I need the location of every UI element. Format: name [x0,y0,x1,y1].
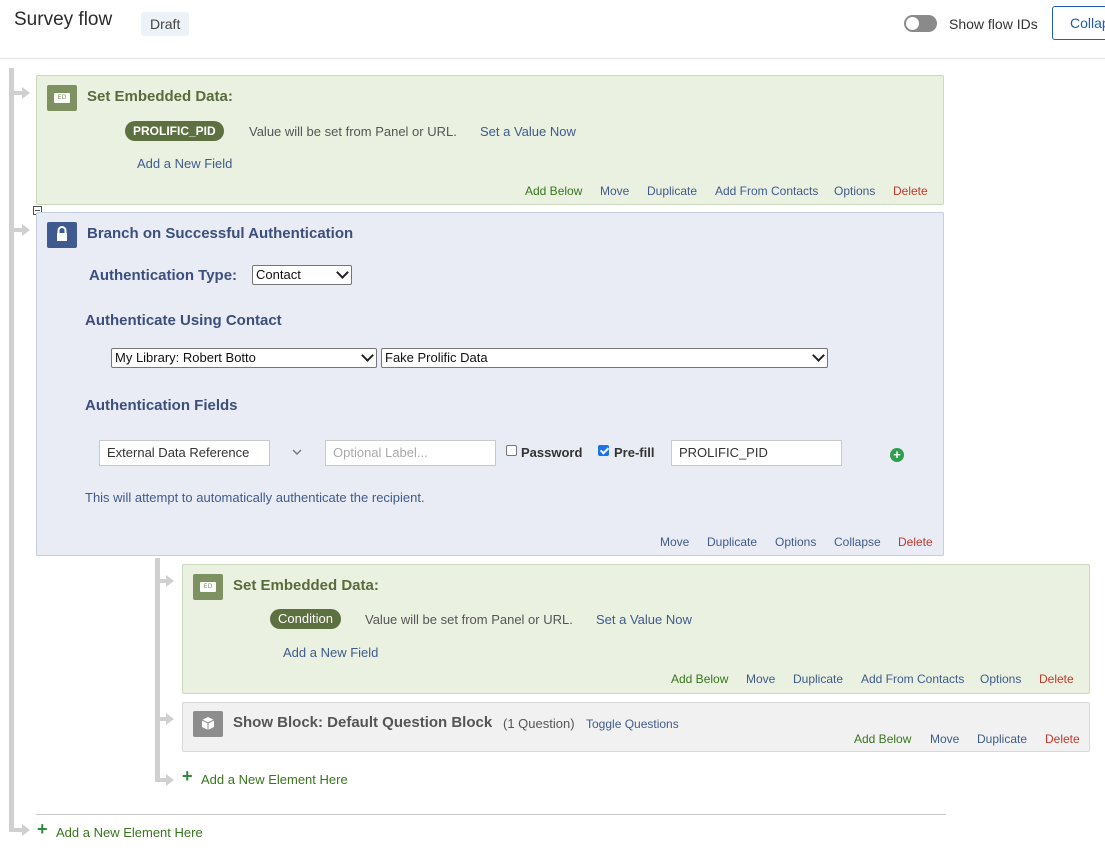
flow-arrow-inner-2 [166,713,174,725]
field-value-text: Value will be set from Panel or URL. [249,124,457,139]
delete-link[interactable]: Delete [893,184,928,198]
password-label: Password [521,445,583,460]
flow-connector-outer [9,68,14,832]
status-badge: Draft [141,12,190,36]
embedded-data-icon: ED [47,85,77,111]
duplicate-link[interactable]: Duplicate [793,672,843,686]
move-link[interactable]: Move [746,672,775,686]
options-link[interactable]: Options [980,672,1021,686]
library-select[interactable]: My Library: Robert Botto [111,348,377,368]
prefill-label: Pre-fill [614,445,655,460]
duplicate-link[interactable]: Duplicate [707,535,757,549]
page-title: Survey flow [14,9,113,30]
field-name-pill[interactable]: PROLIFIC_PID [125,121,224,141]
element-title: Branch on Successful Authentication [87,225,354,242]
password-checkbox[interactable] [506,445,517,456]
collapse-button[interactable]: Collapse [1052,6,1105,40]
page-header: Survey flow Draft Show flow IDs Collapse [0,0,1105,59]
flow-connector-branch1 [9,91,23,95]
divider [36,814,946,815]
options-link[interactable]: Options [775,535,816,549]
authentication-type-label: Authentication Type: [89,267,238,284]
move-link[interactable]: Move [600,184,629,198]
chevron-down-icon [336,266,349,279]
chevron-down-icon[interactable] [292,448,302,456]
prefill-value-input[interactable]: PROLIFIC_PID [671,440,842,466]
add-field-link[interactable]: Add a New Field [283,645,378,660]
embedded-data-icon: ED [193,574,223,600]
move-link[interactable]: Move [930,732,959,746]
duplicate-link[interactable]: Duplicate [647,184,697,198]
authentication-fields-heading: Authentication Fields [85,397,238,414]
delete-link[interactable]: Delete [1039,672,1074,686]
add-field-link[interactable]: Add a New Field [137,156,232,171]
lock-icon [47,222,77,248]
move-link[interactable]: Move [660,535,689,549]
collapse-link[interactable]: Collapse [834,535,881,549]
add-from-contacts-link[interactable]: Add From Contacts [715,184,818,198]
element-title: Set Embedded Data: [87,88,233,105]
flow-arrow-inner-3 [166,774,174,786]
flow-arrow-2 [22,224,30,236]
duplicate-link[interactable]: Duplicate [977,732,1027,746]
delete-link[interactable]: Delete [898,535,933,549]
add-below-link[interactable]: Add Below [525,184,582,198]
element-title: Show Block: Default Question Block [233,714,493,731]
authentication-branch-element: Branch on Successful Authentication Auth… [36,212,944,556]
options-link[interactable]: Options [834,184,875,198]
add-below-link[interactable]: Add Below [854,732,911,746]
element-title: Set Embedded Data: [233,577,379,594]
block-cube-icon [193,711,223,737]
flow-arrow-1 [22,87,30,99]
contact-list-select[interactable]: Fake Prolific Data [381,348,828,368]
chevron-down-icon [812,349,825,362]
field-name-pill[interactable]: Condition [270,609,341,629]
authenticate-using-heading: Authenticate Using Contact [85,312,282,329]
authentication-type-select[interactable]: Contact [252,265,352,285]
field-value-text: Value will be set from Panel or URL. [365,612,573,627]
flow-connector-inner [155,558,160,782]
question-count: (1 Question) [503,716,575,731]
flow-arrow-inner-1 [166,575,174,587]
add-element-icon[interactable]: + [37,820,48,838]
add-below-link[interactable]: Add Below [671,672,728,686]
set-value-link[interactable]: Set a Value Now [596,612,692,627]
show-block-element: Show Block: Default Question Block (1 Qu… [182,702,1090,752]
set-value-link[interactable]: Set a Value Now [480,124,576,139]
flow-connector-branch2 [9,228,23,232]
delete-link[interactable]: Delete [1045,732,1080,746]
flow-arrow-3 [22,824,30,836]
show-flow-ids-label: Show flow IDs [949,16,1038,32]
embedded-data-element-2: ED Set Embedded Data: Condition Value wi… [182,564,1090,694]
chevron-down-icon [361,349,374,362]
add-element-link-inner[interactable]: Add a New Element Here [201,772,348,787]
field-type-select[interactable]: External Data Reference [99,440,270,466]
show-flow-ids-toggle[interactable] [904,15,937,32]
optional-label-input[interactable]: Optional Label... [325,440,496,466]
prefill-checkbox[interactable] [598,445,609,456]
add-field-icon[interactable]: + [890,448,904,462]
embedded-data-element-1: ED Set Embedded Data: PROLIFIC_PID Value… [36,75,944,205]
flow-connector-branch3 [9,828,23,832]
toggle-questions-link[interactable]: Toggle Questions [586,717,679,731]
toggle-knob [906,17,919,30]
authentication-note: This will attempt to automatically authe… [85,490,425,505]
add-element-icon[interactable]: + [182,767,193,785]
add-from-contacts-link[interactable]: Add From Contacts [861,672,964,686]
add-element-link-outer[interactable]: Add a New Element Here [56,825,203,840]
